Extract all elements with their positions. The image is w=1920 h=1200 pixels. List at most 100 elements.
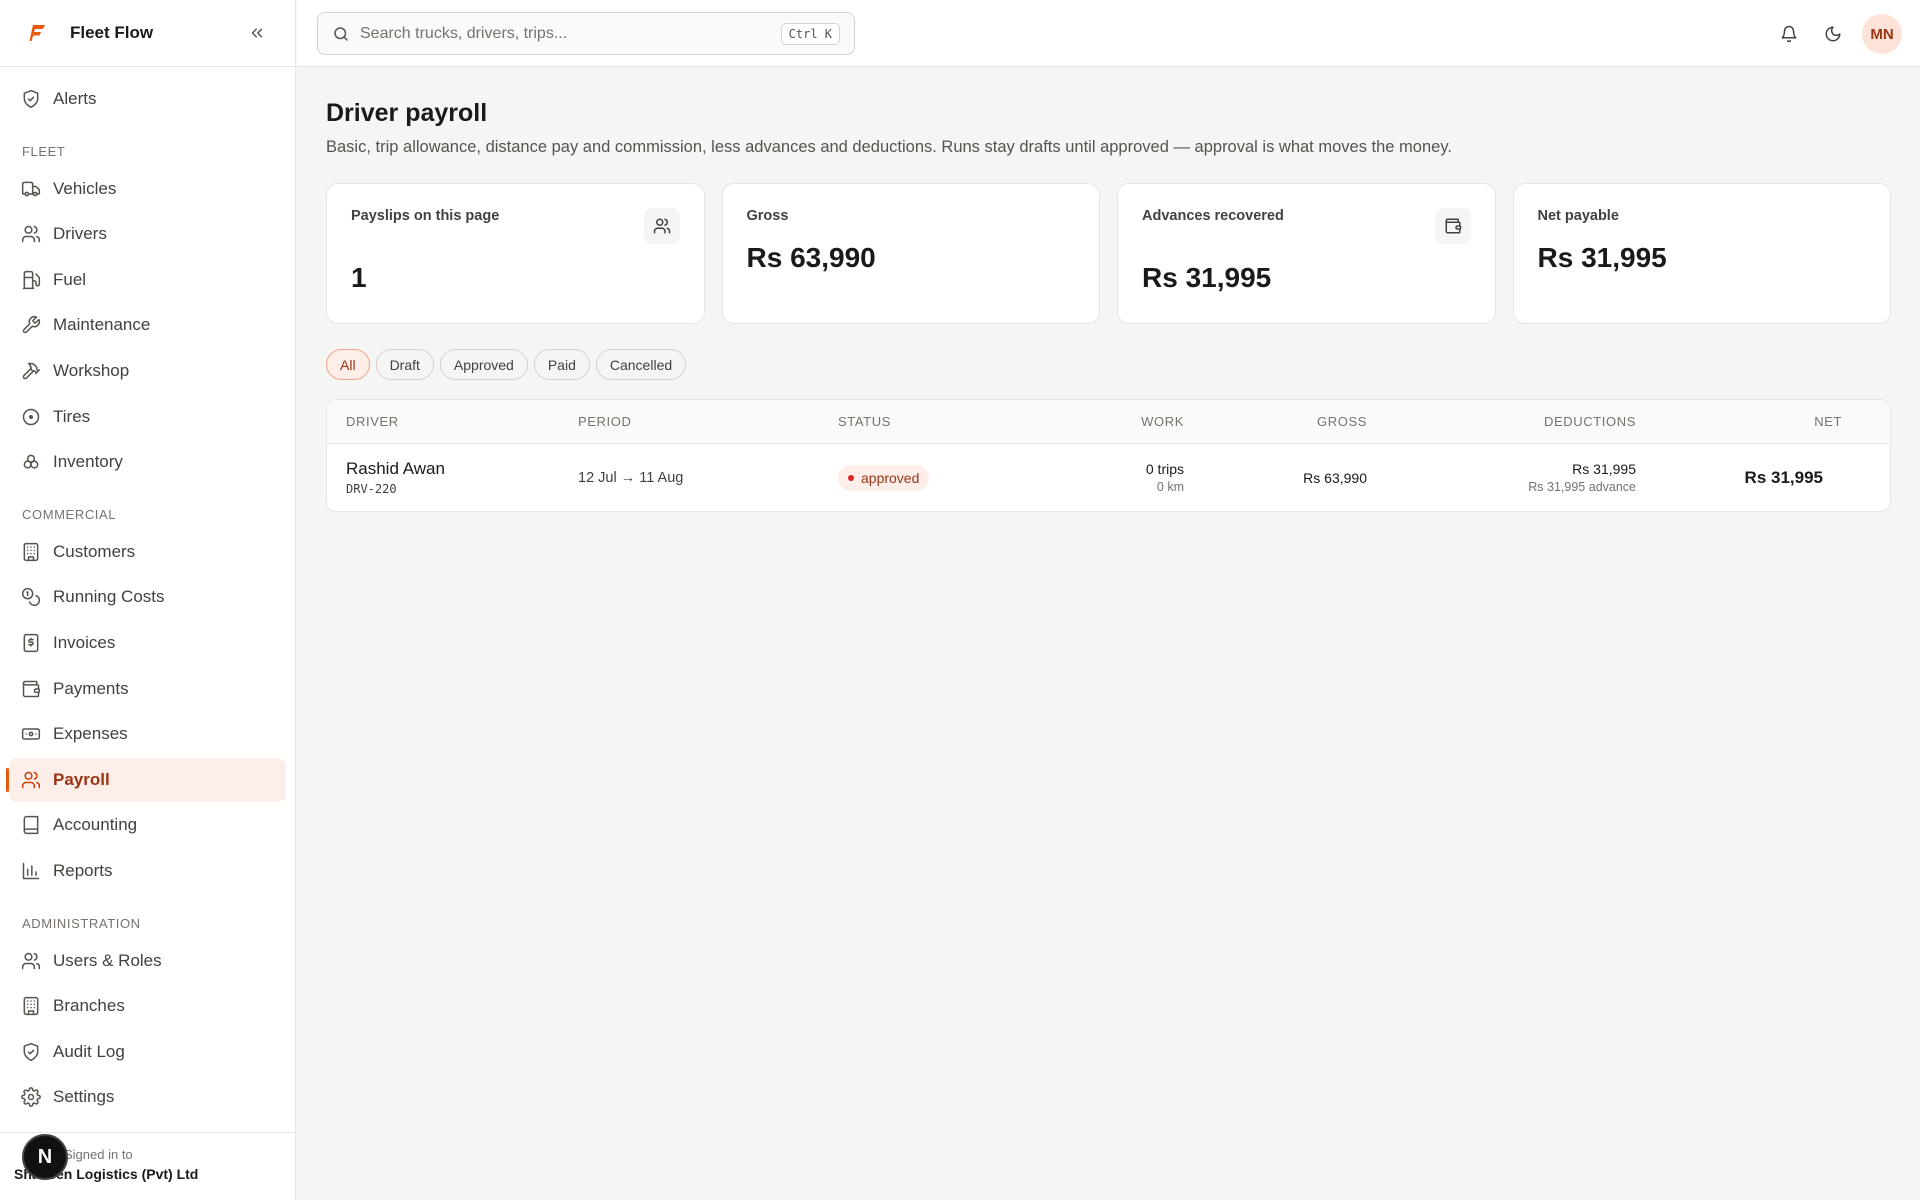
status-dot-icon xyxy=(848,474,854,481)
sidebar-item-label: Customers xyxy=(53,541,136,561)
filter-draft[interactable]: Draft xyxy=(375,349,434,380)
deductions-note: Rs 31,995 advance xyxy=(1528,480,1636,494)
fleet-flow-logo-icon[interactable] xyxy=(24,19,52,47)
status-badge: approved xyxy=(838,464,930,491)
sidebar-item-customers[interactable]: Customers xyxy=(9,530,286,574)
sidebar-item-label: Vehicles xyxy=(53,178,117,198)
summary-cards: Payslips on this page 1 Gross Rs 63,990 … xyxy=(326,183,1891,324)
tire-icon xyxy=(21,407,53,427)
main-content: Driver payroll Basic, trip allowance, di… xyxy=(326,67,1891,512)
sidebar-item-label: Accounting xyxy=(53,815,138,835)
sidebar-item-inventory[interactable]: Inventory xyxy=(9,440,286,484)
wrench-icon xyxy=(21,315,53,335)
card-value: Rs 31,995 xyxy=(1537,242,1667,273)
search-icon xyxy=(334,26,348,41)
period-cell: 12 Jul → 11 Aug xyxy=(578,469,838,486)
building-icon xyxy=(21,996,53,1016)
topbar: Ctrl K MN xyxy=(297,0,1920,67)
sidebar-item-label: Expenses xyxy=(53,724,128,744)
sidebar-item-users-and-roles[interactable]: Users & Roles xyxy=(9,939,286,983)
work-trips: 0 trips xyxy=(1145,461,1184,477)
sidebar-item-label: Maintenance xyxy=(53,315,151,335)
banknote-icon xyxy=(21,724,53,744)
sidebar-item-running-costs[interactable]: Running Costs xyxy=(9,575,286,619)
sidebar-item-audit-log[interactable]: Audit Log xyxy=(9,1030,286,1074)
search-box[interactable]: Ctrl K xyxy=(317,12,855,55)
work-km: 0 km xyxy=(1156,480,1184,494)
moon-icon[interactable] xyxy=(1818,19,1848,49)
filter-all[interactable]: All xyxy=(326,349,370,380)
sidebar-item-accounting[interactable]: Accounting xyxy=(9,803,286,847)
users-icon xyxy=(21,770,53,790)
sidebar-item-workshop[interactable]: Workshop xyxy=(9,349,286,393)
sidebar-item-label: Invoices xyxy=(53,632,116,652)
wallet-icon xyxy=(21,679,53,699)
coins-icon xyxy=(21,587,53,607)
users-icon xyxy=(21,224,53,244)
driver-name[interactable]: Rashid Awan xyxy=(346,459,578,479)
wallet-icon xyxy=(1434,208,1471,244)
card-label: Gross xyxy=(746,208,789,224)
sidebar-item-drivers[interactable]: Drivers xyxy=(9,212,286,256)
table-row[interactable]: Rashid Awan DRV-220 12 Jul → 11 Aug appr… xyxy=(327,444,1890,511)
fuel-icon xyxy=(21,270,53,290)
boxes-icon xyxy=(21,452,53,472)
card-value: Rs 63,990 xyxy=(746,242,876,273)
header-work[interactable]: WORK xyxy=(1038,414,1184,429)
sidebar-item-tires[interactable]: Tires xyxy=(9,395,286,439)
sidebar-item-branches[interactable]: Branches xyxy=(9,984,286,1028)
header-net[interactable]: NET xyxy=(1636,414,1842,429)
gear-icon xyxy=(21,1087,53,1108)
hammer-icon xyxy=(21,361,53,381)
header-status[interactable]: STATUS xyxy=(838,414,1038,429)
brand: Fleet Flow xyxy=(0,0,295,67)
gross-value: Rs 63,990 xyxy=(1303,469,1367,486)
user-avatar[interactable]: MN xyxy=(1862,14,1902,54)
card-value: 1 xyxy=(351,262,367,293)
sidebar-item-alerts[interactable]: Alerts xyxy=(9,77,286,121)
sidebar-item-label: Reports xyxy=(53,860,113,880)
book-icon xyxy=(21,815,53,835)
sidebar-item-vehicles[interactable]: Vehicles xyxy=(9,167,286,211)
filter-cancelled[interactable]: Cancelled xyxy=(595,349,687,380)
sidebar-item-invoices[interactable]: Invoices xyxy=(9,621,286,665)
sidebar-item-settings[interactable]: Settings xyxy=(9,1075,286,1119)
status-cell: approved xyxy=(838,464,1038,491)
bell-icon[interactable] xyxy=(1774,19,1804,49)
sidebar-item-reports[interactable]: Reports xyxy=(9,849,286,893)
deductions-cell: Rs 31,995 Rs 31,995 advance xyxy=(1367,461,1636,494)
app-name: Fleet Flow xyxy=(70,23,154,42)
page-description: Basic, trip allowance, distance pay and … xyxy=(326,138,1452,156)
search-input[interactable] xyxy=(360,24,781,43)
sidebar-item-fuel[interactable]: Fuel xyxy=(9,258,286,302)
card-payslips: Payslips on this page 1 xyxy=(326,183,705,324)
status-label: approved xyxy=(861,469,920,486)
table-header: DRIVER PERIOD STATUS WORK GROSS DEDUCTIO… xyxy=(327,400,1890,444)
shield-icon xyxy=(21,89,53,109)
sidebar-item-payroll[interactable]: Payroll xyxy=(6,757,286,802)
sidebar-item-label: Branches xyxy=(53,996,125,1016)
sidebar-item-expenses[interactable]: Expenses xyxy=(9,712,286,756)
collapse-sidebar-icon[interactable] xyxy=(243,19,271,47)
header-period[interactable]: PERIOD xyxy=(578,414,838,429)
building-icon xyxy=(21,542,53,562)
filter-paid[interactable]: Paid xyxy=(533,349,590,380)
dev-tools-badge[interactable]: N xyxy=(22,1134,68,1180)
net-value: Rs 31,995 xyxy=(1744,467,1823,487)
page-title: Driver payroll xyxy=(326,99,488,127)
card-label: Net payable xyxy=(1537,208,1619,224)
sidebar-item-payments[interactable]: Payments xyxy=(9,667,286,711)
driver-cell: Rashid Awan DRV-220 xyxy=(327,459,578,496)
sidebar-item-label: Settings xyxy=(53,1087,115,1107)
header-driver[interactable]: DRIVER xyxy=(327,414,578,429)
header-deductions[interactable]: DEDUCTIONS xyxy=(1367,414,1636,429)
sidebar-item-maintenance[interactable]: Maintenance xyxy=(9,303,286,347)
sidebar-item-label: Workshop xyxy=(53,360,130,380)
payroll-table: DRIVER PERIOD STATUS WORK GROSS DEDUCTIO… xyxy=(326,399,1891,512)
search-shortcut: Ctrl K xyxy=(780,22,840,45)
users-icon xyxy=(21,951,53,971)
header-gross[interactable]: GROSS xyxy=(1184,414,1367,429)
filter-approved[interactable]: Approved xyxy=(439,349,528,380)
truck-icon xyxy=(21,179,53,199)
driver-code: DRV-220 xyxy=(346,482,397,496)
